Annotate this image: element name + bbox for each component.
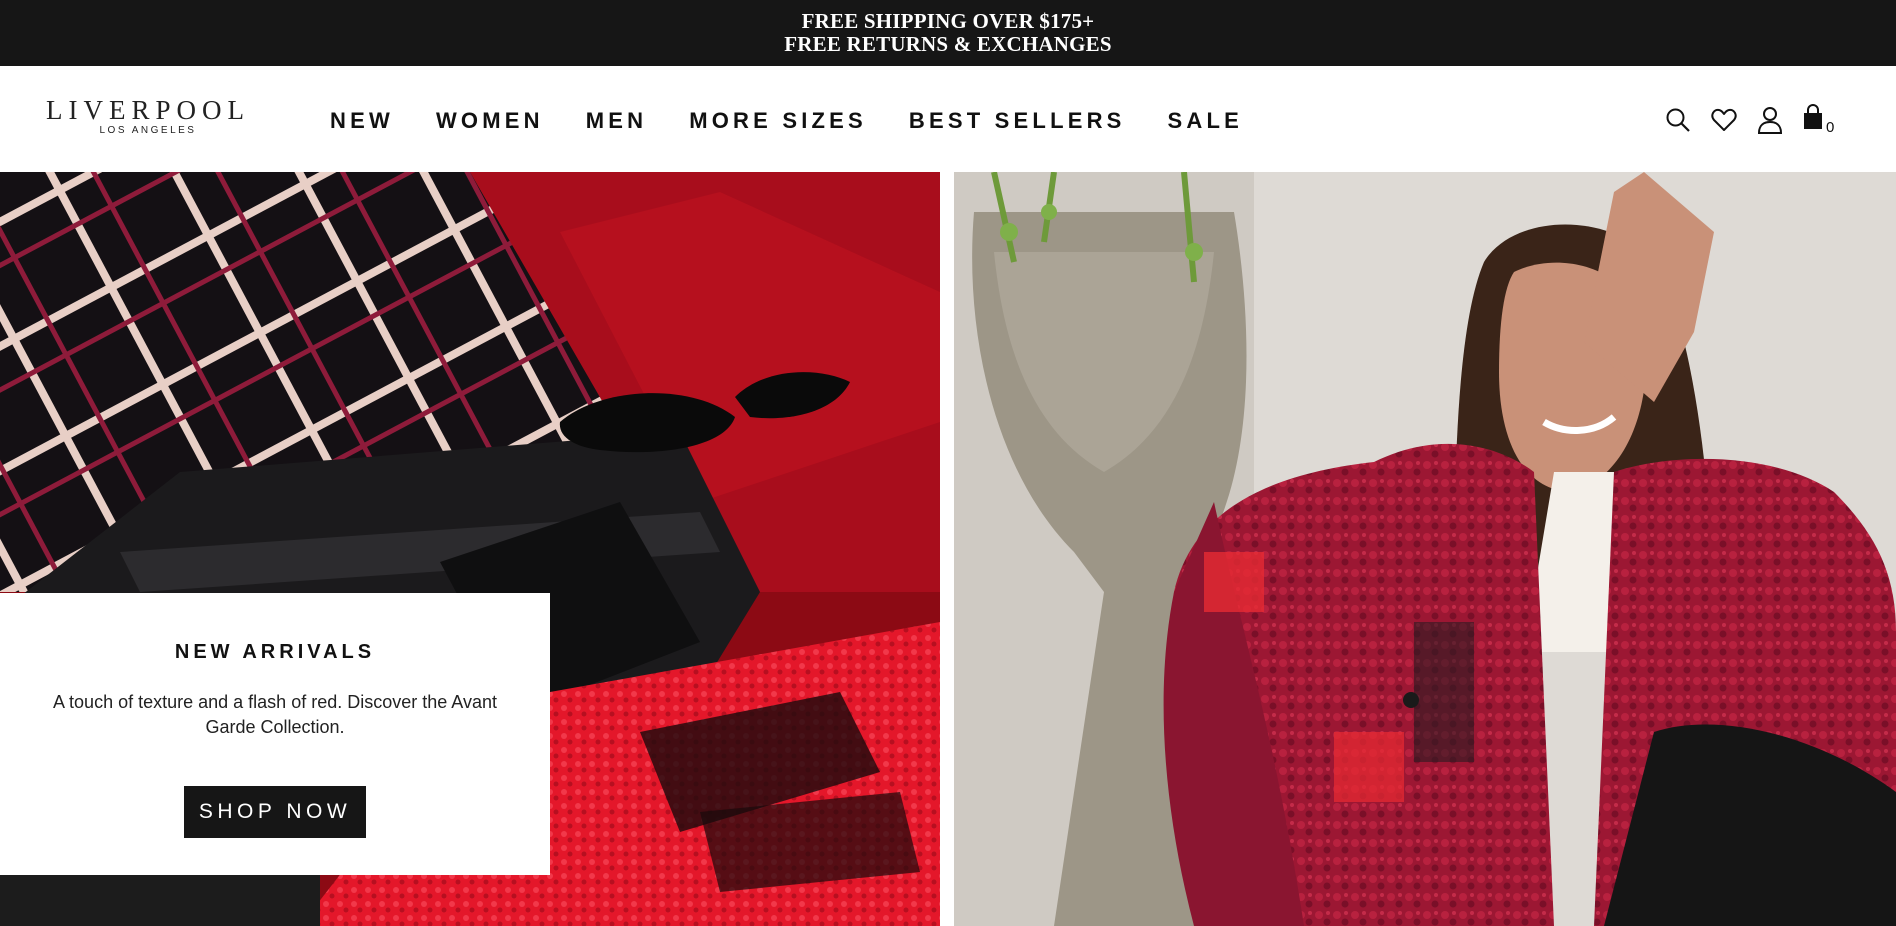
card-title: NEW ARRIVALS: [174, 641, 376, 663]
cart-button[interactable]: 0: [1802, 104, 1834, 135]
logo-subtitle: LOS ANGELES: [99, 125, 197, 136]
promo-line-shipping: FREE SHIPPING OVER $175+: [801, 9, 1095, 33]
bag-icon: [1802, 104, 1824, 135]
search-icon[interactable]: [1664, 105, 1692, 135]
model-photo: [954, 172, 1896, 926]
logo-wordmark: LIVERPOOL: [46, 95, 250, 125]
shop-now-button[interactable]: SHOP NOW: [184, 786, 366, 838]
main-nav: NEW WOMEN MEN MORE SIZES BEST SELLERS SA…: [330, 108, 1243, 134]
nav-women[interactable]: WOMEN: [436, 108, 544, 134]
nav-best-sellers[interactable]: BEST SELLERS: [909, 108, 1126, 134]
nav-sale[interactable]: SALE: [1168, 108, 1243, 134]
nav-men[interactable]: MEN: [586, 108, 648, 134]
user-icon[interactable]: [1756, 105, 1784, 135]
hero-image-right[interactable]: [954, 172, 1896, 926]
card-description: A touch of texture and a flash of red. D…: [53, 692, 497, 737]
site-header: LIVERPOOL LOS ANGELES NEW WOMEN MEN MORE…: [0, 66, 1896, 172]
heart-icon[interactable]: [1710, 105, 1738, 135]
nav-more-sizes[interactable]: MORE SIZES: [689, 108, 867, 134]
brand-logo[interactable]: LIVERPOOL LOS ANGELES: [44, 96, 252, 136]
hero-image-left[interactable]: NEW ARRIVALS A touch of texture and a fl…: [0, 172, 940, 926]
promo-card: NEW ARRIVALS A touch of texture and a fl…: [0, 593, 550, 875]
promo-bar: FREE SHIPPING OVER $175+ FREE RETURNS & …: [0, 0, 1896, 66]
nav-new[interactable]: NEW: [330, 108, 394, 134]
promo-line-returns: FREE RETURNS & EXCHANGES: [784, 32, 1112, 56]
cart-count: 0: [1826, 119, 1835, 136]
header-actions: 0: [1664, 104, 1834, 135]
